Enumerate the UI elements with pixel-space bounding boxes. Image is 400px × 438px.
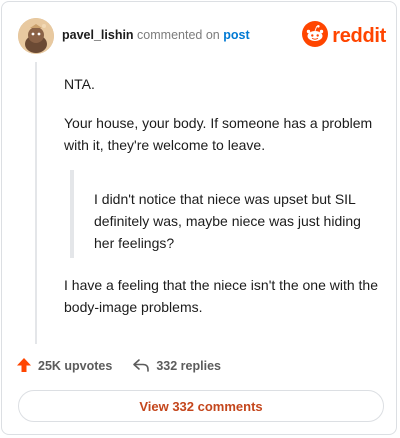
avatar[interactable] bbox=[18, 18, 54, 54]
reddit-wordmark: reddit bbox=[332, 24, 386, 47]
view-comments-button[interactable]: View 332 comments bbox=[18, 390, 384, 422]
blockquote: I didn't notice that niece was upset but… bbox=[70, 170, 374, 258]
comment-paragraph-3: I have a feeling that the niece isn't th… bbox=[64, 277, 378, 315]
blockquote-text: I didn't notice that niece was upset but… bbox=[94, 191, 361, 251]
reply-icon bbox=[132, 357, 150, 376]
commented-on-label: commented on bbox=[137, 28, 220, 42]
byline: pavel_lishin commented on post bbox=[62, 28, 250, 42]
reddit-brand[interactable]: reddit bbox=[302, 20, 386, 52]
comment-paragraph-2: Your house, your body. If someone has a … bbox=[64, 115, 373, 153]
upvote-arrow-icon bbox=[16, 357, 32, 376]
comment-actions: 25K upvotes 332 replies bbox=[16, 354, 241, 378]
upvote-button[interactable]: 25K upvotes bbox=[16, 357, 112, 376]
username-link[interactable]: pavel_lishin bbox=[62, 28, 134, 42]
upvote-count: 25K upvotes bbox=[38, 359, 113, 373]
replies-button[interactable]: 332 replies bbox=[132, 357, 221, 376]
reddit-logo-icon bbox=[302, 20, 329, 52]
replies-count: 332 replies bbox=[156, 359, 221, 373]
thread-line[interactable] bbox=[35, 62, 37, 344]
comment-paragraph-1: NTA. bbox=[64, 76, 95, 92]
comment-card: pavel_lishin commented on post reddit NT… bbox=[1, 1, 397, 435]
comment-header: pavel_lishin commented on post reddit bbox=[16, 16, 386, 56]
post-link[interactable]: post bbox=[223, 28, 249, 42]
